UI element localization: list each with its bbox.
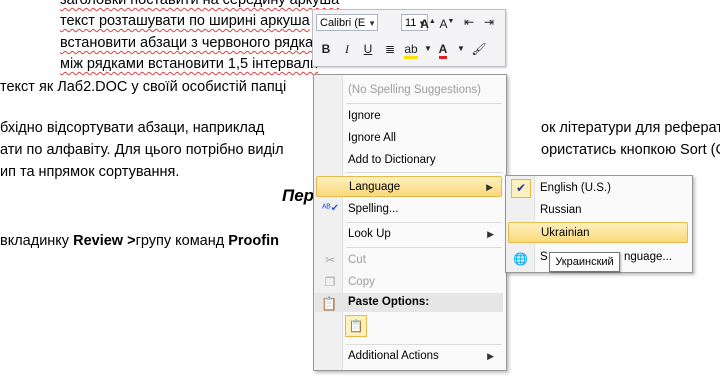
menu-label: Cut [348,254,366,266]
doc-line: ип та нпрямок сортування. [0,164,180,180]
globe-icon: 🌐 [513,252,528,266]
language-item[interactable]: Language ▶ [316,176,502,197]
italic-button[interactable]: I [338,40,356,58]
menu-label: Paste Options: [348,296,430,308]
chevron-right-icon: ▶ [486,182,493,192]
ignore-all-item[interactable]: Ignore All [316,128,502,148]
font-color-icon[interactable]: A [434,40,452,59]
ignore-item[interactable]: Ignore [316,106,502,126]
shrink-font-icon[interactable]: A▼ [438,13,456,31]
doc-line-review: вкладинку Review >групу команд Proofin [0,233,279,249]
doc-line: між рядками встановити 1,5 інтервали [60,56,319,72]
doc-line: бхідно відсортувати абзаци, наприклад [0,120,265,136]
menu-label: S [540,251,548,263]
menu-label: Copy [348,276,375,288]
separator [346,344,502,345]
menu-label: Ignore [348,110,381,122]
menu-label: (No Spelling Suggestions) [348,84,481,96]
text: групу команд [135,233,229,249]
format-painter-icon[interactable]: 🖌 [470,40,488,58]
underline-button[interactable]: U [359,40,377,58]
doc-heading: Пер [282,186,315,205]
separator [346,172,502,173]
menu-label: Spelling... [348,203,399,215]
font-name-box[interactable]: Calibri (E ▼ [316,14,378,31]
doc-line: заголовки поставити на середину аркуша [60,0,340,8]
bold-button[interactable]: B [317,40,335,58]
grow-font-icon[interactable]: A▲ [419,13,437,31]
spellcheck-icon: ᴬᴮ✔ [322,203,340,214]
increase-indent-icon[interactable]: ⇥ [480,13,498,31]
doc-line: ати по алфавіту. Для цього потрібно виді… [0,142,284,158]
language-russian[interactable]: Russian [508,200,688,220]
no-suggestions-item: (No Spelling Suggestions) [316,80,502,100]
doc-line: текст розташувати по ширині аркуша [60,13,310,29]
chevron-down-icon[interactable]: ▼ [452,40,470,58]
look-up-item[interactable]: Look Up ▶ [316,224,502,244]
separator [346,222,502,223]
separator [346,103,502,104]
menu-label: Language [349,181,401,193]
add-to-dictionary-item[interactable]: Add to Dictionary [316,150,502,170]
spelling-item[interactable]: ᴬᴮ✔ Spelling... [316,199,502,219]
separator [346,247,502,248]
scissors-icon: ✂ [324,253,336,267]
decrease-indent-icon[interactable]: ⇤ [460,13,478,31]
copy-icon: ❐ [324,275,336,289]
mini-toolbar: Calibri (E ▼ 11 ▼ A▲ A▼ ⇤ ⇥ B I U ≣ ab ▼… [312,9,506,67]
chevron-right-icon: ▶ [487,229,494,239]
font-name-value: Calibri (E [320,17,366,29]
copy-item: ❐ Copy [316,272,502,292]
font-size-value: 11 [405,17,417,29]
menu-label: nguage... [624,251,672,263]
language-english[interactable]: ✔ English (U.S.) [508,178,688,198]
language-ukrainian[interactable]: Ukrainian [508,222,688,243]
paste-keep-text-button[interactable]: 📋 [345,315,367,337]
menu-label: Ignore All [348,132,396,144]
menu-label: Look Up [348,228,391,240]
clipboard-icon: 📋 [321,296,338,311]
menu-label: Russian [540,204,582,216]
doc-line: встановити абзаци з червоного рядка [60,35,314,51]
chevron-down-icon: ▼ [368,19,376,28]
doc-line: текст як Лаб2.DOC у своїй особистій папц… [0,79,287,95]
center-align-icon[interactable]: ≣ [381,40,399,58]
text-bold: Proofin [228,233,279,249]
checkmark-icon: ✔ [511,179,531,198]
doc-line: ористатись кнопкою Sort (Сорт [541,142,720,158]
menu-label: Additional Actions [348,350,439,362]
additional-actions-item[interactable]: Additional Actions ▶ [316,346,502,366]
tooltip: Украинский [549,252,620,272]
chevron-right-icon: ▶ [487,351,494,361]
menu-label: Ukrainian [541,227,590,239]
text-bold: Review > [73,233,136,249]
text: вкладинку [0,233,74,249]
paste-options-header: 📋 Paste Options: [315,293,503,312]
context-menu: (No Spelling Suggestions) Ignore Ignore … [313,74,507,371]
doc-line: ок літератури для реферату [541,120,720,136]
highlight-icon[interactable]: ab [402,40,420,59]
cut-item: ✂ Cut [316,250,502,270]
menu-label: Add to Dictionary [348,154,436,166]
menu-label: English (U.S.) [540,182,611,194]
